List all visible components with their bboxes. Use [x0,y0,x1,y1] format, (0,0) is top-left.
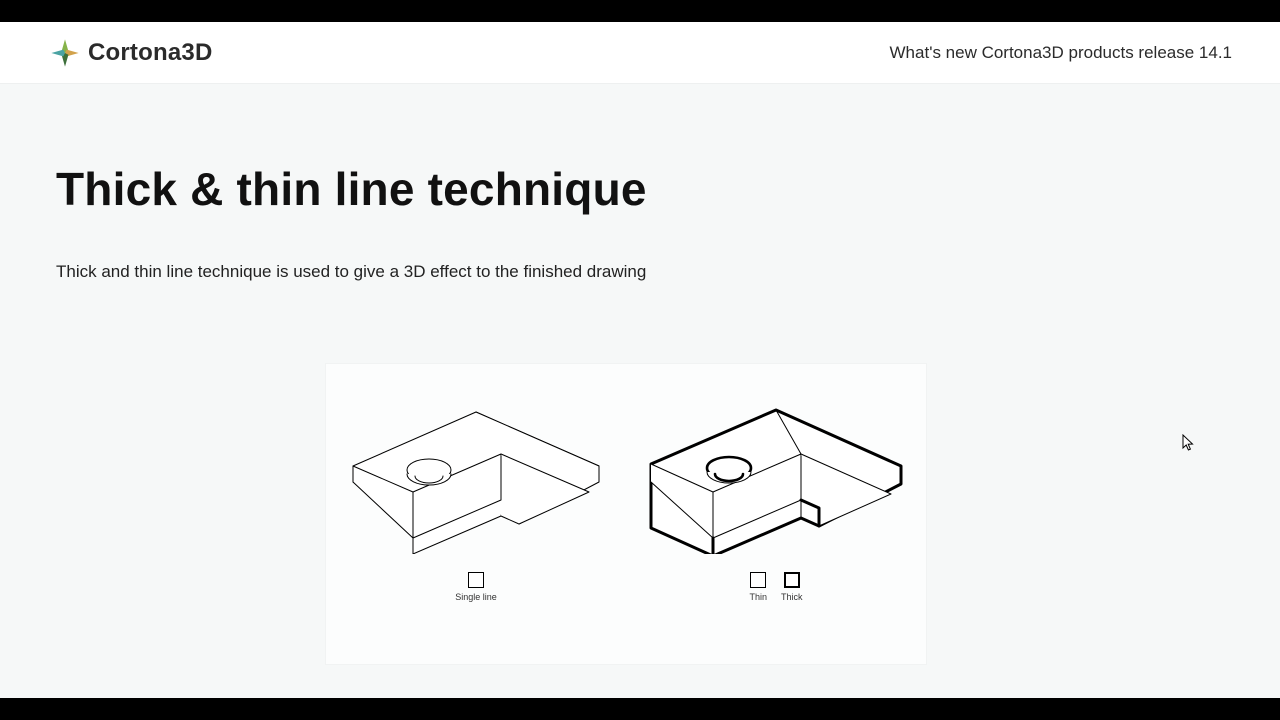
letterbox-top [0,0,1280,22]
legend-label-thin: Thin [749,592,767,602]
legend-label-thick: Thick [781,592,803,602]
legend-item-thick: Thick [781,572,803,602]
slide-page: Cortona3D What's new Cortona3D products … [0,22,1280,698]
legend-item-single: Single line [455,572,497,602]
legend-label-single: Single line [455,592,497,602]
single-line-illustration [341,404,611,554]
brand-star-icon [48,36,82,70]
single-line-legend: Single line [455,572,497,602]
slide-subtitle: Thick and thin line technique is used to… [56,262,1224,282]
thick-thin-panel: Thin Thick [641,404,911,602]
single-line-panel: Single line [341,404,611,602]
slide-content: Thick & thin line technique Thick and th… [56,84,1224,698]
legend-item-thin: Thin [749,572,767,602]
illustration-card: Single line [326,364,926,664]
slide-title: Thick & thin line technique [56,162,1224,216]
brand-name: Cortona3D [88,39,212,67]
header-bar: Cortona3D What's new Cortona3D products … [0,22,1280,84]
swatch-thin-icon [750,572,766,588]
swatch-single-icon [468,572,484,588]
thick-thin-illustration [641,404,911,554]
thick-thin-legend: Thin Thick [749,572,802,602]
header-tagline: What's new Cortona3D products release 14… [890,43,1232,63]
letterbox-bottom [0,698,1280,720]
swatch-thick-icon [784,572,800,588]
brand-logo: Cortona3D [48,36,212,70]
